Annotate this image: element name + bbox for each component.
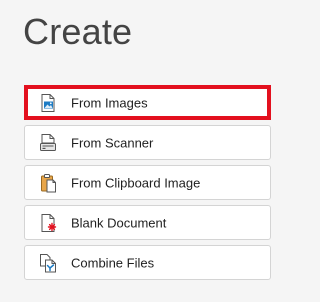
create-options-list: From Images From Scanner From Clipboard … (24, 85, 271, 285)
combine-files-icon (40, 253, 56, 272)
from-images-button[interactable]: From Images (24, 85, 271, 120)
clipboard-icon (41, 173, 56, 192)
combine-files-label: Combine Files (71, 255, 155, 270)
from-images-label: From Images (71, 95, 148, 110)
combine-files-button[interactable]: Combine Files (24, 245, 271, 280)
blank-document-button[interactable]: Blank Document (24, 205, 271, 240)
from-scanner-button[interactable]: From Scanner (24, 125, 271, 160)
blank-document-label: Blank Document (71, 215, 167, 230)
page-title: Create (23, 11, 133, 52)
from-scanner-label: From Scanner (71, 135, 154, 150)
from-clipboard-image-label: From Clipboard Image (71, 175, 201, 190)
scanner-icon (40, 133, 56, 151)
blank-document-icon (41, 213, 57, 232)
image-file-icon (41, 93, 55, 112)
from-clipboard-image-button[interactable]: From Clipboard Image (24, 165, 271, 200)
